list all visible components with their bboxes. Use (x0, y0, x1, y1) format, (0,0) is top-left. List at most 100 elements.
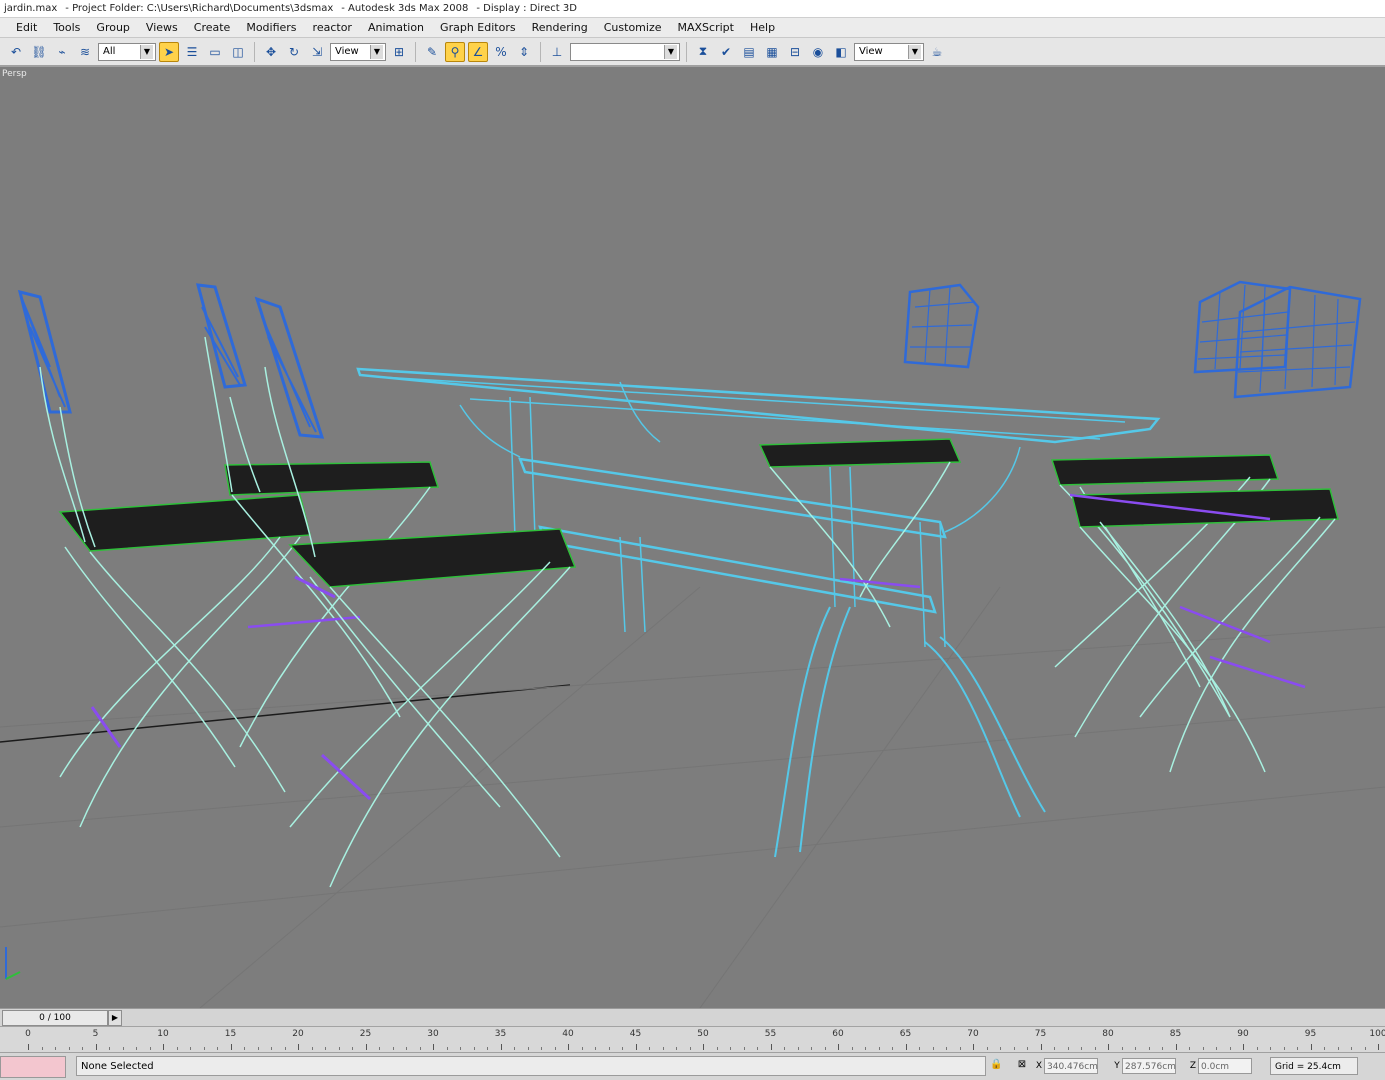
percent-snap-icon[interactable]: % (491, 42, 511, 62)
track-bar-minor-tick (82, 1047, 83, 1050)
quick-render-icon[interactable]: ☕ (927, 42, 947, 62)
display-driver: - Display : Direct 3D (476, 3, 577, 14)
track-bar-minor-tick (554, 1047, 556, 1050)
track-bar-minor-tick (1297, 1047, 1298, 1050)
chair-3[interactable] (254, 296, 577, 888)
render-view-dropdown[interactable]: View ▼ (854, 42, 924, 61)
track-bar-minor-tick (581, 1047, 583, 1050)
angle-snap-icon[interactable]: ∠ (468, 41, 488, 62)
menu-tools[interactable]: Tools (45, 21, 88, 34)
table-foot (774, 606, 851, 858)
rectangular-selection-icon[interactable]: ▭ (205, 42, 225, 62)
named-selection-dropdown[interactable]: ▼ (570, 42, 680, 61)
track-bar-tick (1175, 1044, 1177, 1050)
undo-icon[interactable]: ↶ (6, 42, 26, 62)
table-leg (829, 466, 856, 608)
pivot-center-icon[interactable]: ⊞ (389, 42, 409, 62)
chair-legs (289, 561, 571, 888)
chair-back-grid (1237, 291, 1356, 393)
chair-4[interactable] (758, 283, 980, 628)
table-stretcher (518, 457, 947, 539)
track-bar-tick-label: 5 (92, 1029, 99, 1039)
perspective-viewport[interactable]: Persp (0, 67, 1385, 1008)
selection-filter-dropdown[interactable]: All ▼ (98, 42, 156, 61)
select-object-icon[interactable]: ➤ (159, 41, 179, 62)
scale-icon[interactable]: ⇲ (307, 42, 327, 62)
table-top-edge (469, 398, 1101, 440)
chair-back (195, 283, 247, 389)
chevron-right-icon[interactable]: ▶ (108, 1010, 122, 1026)
menu-reactor[interactable]: reactor (305, 21, 360, 34)
time-slider[interactable]: 0 / 100 (2, 1010, 108, 1026)
lock-icon[interactable]: 🔒 (990, 1059, 1002, 1071)
z-field[interactable]: 0.0cm (1198, 1057, 1252, 1074)
track-bar-minor-tick (122, 1047, 124, 1050)
menu-rendering[interactable]: Rendering (524, 21, 596, 34)
select-link-icon[interactable]: ⛓ (29, 42, 49, 62)
track-bar-tick (568, 1044, 569, 1050)
chair-seat (758, 438, 962, 468)
track-bar-tick (973, 1044, 974, 1050)
schematic-view-icon[interactable]: ⊟ (785, 42, 805, 62)
divider (686, 41, 687, 62)
track-bar[interactable]: 0 5 10 15 20 25 30 35 40 45 50 55 60 65 70 75 80 85 90 95 10… (0, 1026, 1385, 1052)
table-wireframe[interactable] (356, 367, 1161, 858)
track-bar-minor-tick (824, 1047, 826, 1050)
reference-coordinate-value: View (335, 46, 359, 57)
mirror-icon[interactable]: ⧗ (693, 42, 713, 62)
track-bar-minor-tick (392, 1047, 394, 1050)
menu-views[interactable]: Views (138, 21, 186, 34)
reference-coordinate-dropdown[interactable]: View ▼ (330, 42, 386, 61)
y-field[interactable]: 287.576cm (1122, 1057, 1176, 1074)
app-name: - Autodesk 3ds Max 2008 (341, 3, 469, 14)
window-crossing-icon[interactable]: ◫ (228, 42, 248, 62)
grid-line (0, 706, 1385, 828)
project-folder: - Project Folder: C:\Users\Richard\Docum… (65, 3, 334, 14)
x-field[interactable]: 340.476cm (1044, 1057, 1098, 1074)
divider (540, 41, 541, 62)
track-bar-minor-tick (784, 1047, 785, 1050)
render-setup-icon[interactable]: ◧ (831, 42, 851, 62)
home-grid (0, 586, 1385, 1008)
status-bar: None Selected 🔒 ⊠ X 340.476cm Y 287.576cm … (0, 1052, 1385, 1080)
move-icon[interactable]: ✥ (261, 42, 281, 62)
menu-edit[interactable]: Edit (8, 21, 45, 34)
track-bar-minor-tick (352, 1047, 353, 1050)
edit-named-selection-icon[interactable]: ⊥ (547, 42, 567, 62)
snap-toggle-icon[interactable]: ⚲ (445, 41, 465, 62)
track-bar-minor-tick (203, 1047, 205, 1050)
spinner-snap-icon[interactable]: ⇕ (514, 42, 534, 62)
rotate-icon[interactable]: ↻ (284, 42, 304, 62)
menu-maxscript[interactable]: MAXScript (670, 21, 742, 34)
track-bar-minor-tick (406, 1047, 407, 1050)
bind-spacewarp-icon[interactable]: ≋ (75, 42, 95, 62)
absolute-mode-icon[interactable]: ⊠ (1016, 1059, 1028, 1071)
unlink-icon[interactable]: ⌁ (52, 42, 72, 62)
track-bar-tick-label: 80 (1102, 1029, 1114, 1039)
track-bar-tick-label: 100 (1369, 1029, 1385, 1039)
track-bar-minor-tick (878, 1047, 880, 1050)
track-bar-minor-tick (932, 1047, 934, 1050)
track-bar-minor-tick (716, 1047, 718, 1050)
menu-help[interactable]: Help (742, 21, 783, 34)
track-bar-minor-tick (797, 1047, 799, 1050)
chair-seat (288, 528, 577, 588)
track-bar-tick (635, 1044, 637, 1050)
manipulate-icon[interactable]: ✎ (422, 42, 442, 62)
menu-group[interactable]: Group (88, 21, 138, 34)
curve-editor-icon[interactable]: ▦ (762, 42, 782, 62)
menu-create[interactable]: Create (186, 21, 239, 34)
select-by-name-icon[interactable]: ☰ (182, 42, 202, 62)
menu-animation[interactable]: Animation (360, 21, 432, 34)
chair-legs (59, 536, 301, 828)
material-editor-icon[interactable]: ◉ (808, 42, 828, 62)
maxscript-listener-mini[interactable] (0, 1056, 66, 1078)
menu-modifiers[interactable]: Modifiers (238, 21, 304, 34)
menu-customize[interactable]: Customize (596, 21, 670, 34)
divider (254, 41, 255, 62)
track-bar-minor-tick (176, 1047, 178, 1050)
layer-manager-icon[interactable]: ▤ (739, 42, 759, 62)
align-icon[interactable]: ✔ (716, 42, 736, 62)
menu-graph-editors[interactable]: Graph Editors (432, 21, 524, 34)
table-leg (619, 536, 646, 633)
